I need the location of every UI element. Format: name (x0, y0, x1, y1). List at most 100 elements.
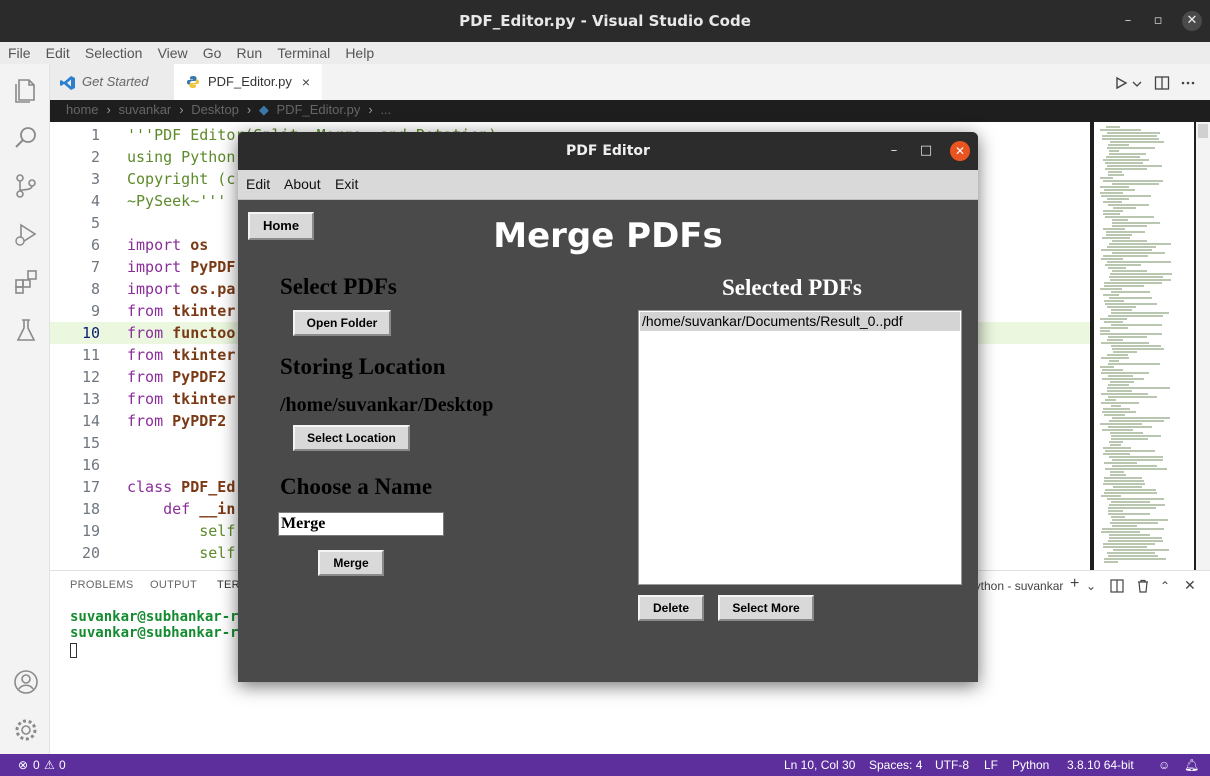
app-menu-exit[interactable]: Exit (335, 176, 358, 192)
breadcrumb: home › suvankar › Desktop › ◆ PDF_Editor.py… (66, 102, 395, 122)
chevron-up-icon[interactable]: ⌃ (1160, 579, 1170, 593)
identifier: PyPDF2 (163, 412, 227, 430)
close-icon[interactable]: ✕ (1182, 11, 1202, 31)
line-number: 19 (81, 522, 100, 540)
keyword: from (127, 346, 164, 364)
search-icon[interactable] (12, 124, 40, 152)
breadcrumb-symbol[interactable]: ... (380, 102, 391, 117)
minimap-line (1111, 516, 1125, 518)
pdf-editor-titlebar[interactable]: PDF Editor – □ ✕ (238, 132, 978, 170)
extensions-icon[interactable] (12, 268, 40, 296)
split-terminal-icon[interactable] (1110, 579, 1124, 593)
minimize-icon[interactable]: – (884, 141, 904, 161)
error-count[interactable]: 0 (33, 758, 40, 772)
select-location-button[interactable]: Select Location (293, 425, 410, 451)
minimap[interactable] (1094, 122, 1194, 570)
line-number: 12 (81, 368, 100, 386)
feedback-icon[interactable]: ☺ (1158, 758, 1170, 772)
line-ending[interactable]: LF (984, 758, 998, 772)
tab-close-icon[interactable]: × (302, 64, 310, 100)
editor-scrollbar[interactable] (1196, 122, 1210, 570)
minimap-line (1104, 462, 1137, 464)
code-text: def __in (127, 498, 235, 520)
cursor-position[interactable]: Ln 10, Col 30 (784, 758, 855, 772)
language-mode[interactable]: Python (1012, 758, 1049, 772)
window-title: PDF_Editor.py - Visual Studio Code (459, 12, 751, 30)
delete-button[interactable]: Delete (638, 595, 704, 621)
selected-pdfs-listbox[interactable]: /home/suvankar/Documents/Result_0..pdf (638, 310, 962, 585)
maximize-icon[interactable]: ▫ (1148, 11, 1168, 31)
indentation[interactable]: Spaces: 4 (869, 758, 922, 772)
minimap-line (1110, 471, 1124, 473)
line-number: 15 (81, 434, 100, 452)
list-item[interactable]: /home/suvankar/Documents/Result_0..pdf (640, 312, 960, 331)
account-icon[interactable] (12, 668, 40, 696)
minimap-line (1108, 555, 1158, 557)
line-number: 10 (81, 324, 100, 342)
testing-flask-icon[interactable] (12, 316, 40, 344)
line-number: 7 (90, 258, 100, 276)
menu-go[interactable]: Go (203, 42, 222, 64)
terminal-line: suvankar@subhankar-ra (70, 609, 248, 625)
chevron-down-icon[interactable]: ⌄ (1086, 579, 1096, 593)
breadcrumb-file[interactable]: PDF_Editor.py (277, 102, 361, 117)
minimap-line (1100, 192, 1123, 194)
panel-tab-problems[interactable]: PROBLEMS (70, 579, 134, 591)
app-menu-about[interactable]: About (284, 176, 321, 192)
tab-pdf-editor[interactable]: PDF_Editor.py × (174, 64, 322, 100)
breadcrumb-home[interactable]: home (66, 102, 99, 117)
warning-count[interactable]: 0 (59, 758, 66, 772)
split-editor-icon[interactable] (1154, 75, 1170, 91)
minimap-line (1103, 447, 1131, 449)
run-file-icon[interactable] (1114, 76, 1128, 90)
menu-view[interactable]: View (158, 42, 188, 64)
breadcrumb-user[interactable]: suvankar (119, 102, 172, 117)
minimap-line (1103, 408, 1130, 410)
panel-tab-output[interactable]: OUTPUT (150, 579, 197, 591)
minimap-line (1113, 549, 1169, 551)
menu-selection[interactable]: Selection (85, 42, 143, 64)
open-folder-button[interactable]: Open Folder (293, 310, 391, 336)
code-text: import os.pa (127, 278, 235, 300)
minimize-icon[interactable]: – (1118, 11, 1138, 31)
minimap-line (1100, 177, 1113, 179)
more-actions-icon[interactable] (1180, 76, 1196, 90)
menu-file[interactable]: File (8, 42, 31, 64)
run-debug-icon[interactable] (12, 220, 40, 248)
add-terminal-icon[interactable]: + (1070, 575, 1079, 593)
chevron-right-icon: › (246, 102, 252, 117)
code-text: from functoo (127, 322, 235, 344)
error-icon[interactable]: ⊗ (18, 758, 28, 772)
explorer-icon[interactable] (12, 76, 40, 104)
minimap-line (1112, 465, 1157, 467)
close-panel-icon[interactable]: ✕ (1184, 577, 1196, 594)
encoding[interactable]: UTF-8 (935, 758, 969, 772)
code-text: Copyright (c (127, 170, 236, 188)
menu-terminal[interactable]: Terminal (277, 42, 330, 64)
minimap-line (1110, 141, 1164, 143)
minimap-line (1105, 303, 1157, 305)
settings-gear-icon[interactable] (12, 716, 40, 744)
minimap-line (1112, 519, 1168, 521)
storing-location-label: Storing Location (280, 354, 446, 379)
python-interpreter[interactable]: 3.8.10 64-bit (1067, 758, 1134, 772)
source-control-icon[interactable] (12, 172, 40, 200)
menu-run[interactable]: Run (237, 42, 263, 64)
name-input[interactable] (278, 512, 444, 536)
terminal-name[interactable]: python - suvankar (968, 579, 1063, 593)
menu-help[interactable]: Help (345, 42, 374, 64)
breadcrumb-desktop[interactable]: Desktop (191, 102, 239, 117)
close-icon[interactable]: ✕ (950, 141, 970, 161)
python-file-icon (187, 76, 199, 88)
maximize-icon[interactable]: □ (916, 141, 936, 161)
merge-button[interactable]: Merge (318, 550, 384, 576)
trash-icon[interactable] (1136, 579, 1150, 593)
bell-icon[interactable]: 🔔︎ (1184, 758, 1199, 772)
tab-get-started[interactable]: Get Started (50, 64, 174, 100)
menu-edit[interactable]: Edit (46, 42, 70, 64)
chevron-down-icon[interactable] (1132, 80, 1142, 88)
warning-icon[interactable]: ⚠ (44, 758, 55, 772)
app-menu-edit[interactable]: Edit (246, 176, 270, 192)
select-more-button[interactable]: Select More (718, 595, 814, 621)
keyword: from (127, 390, 164, 408)
